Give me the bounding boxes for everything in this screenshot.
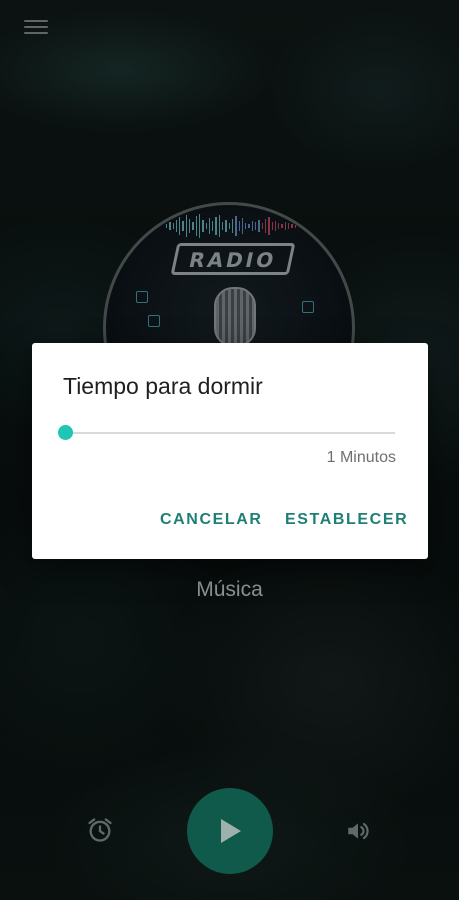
volume-icon[interactable] (344, 818, 372, 844)
play-button[interactable] (187, 788, 273, 874)
play-icon (221, 819, 241, 843)
cancel-button[interactable]: CANCELAR (160, 511, 263, 529)
sleep-timer-dialog: Tiempo para dormir 1 Minutos CANCELAR ES… (32, 343, 428, 559)
dialog-title: Tiempo para dormir (63, 373, 263, 399)
timer-slider-track[interactable] (65, 432, 395, 434)
station-name: Música (196, 578, 263, 601)
set-button[interactable]: ESTABLECER (285, 511, 408, 529)
timer-slider-thumb[interactable] (58, 425, 73, 440)
timer-value-label: 1 Minutos (326, 449, 396, 466)
alarm-clock-icon[interactable] (86, 816, 114, 844)
